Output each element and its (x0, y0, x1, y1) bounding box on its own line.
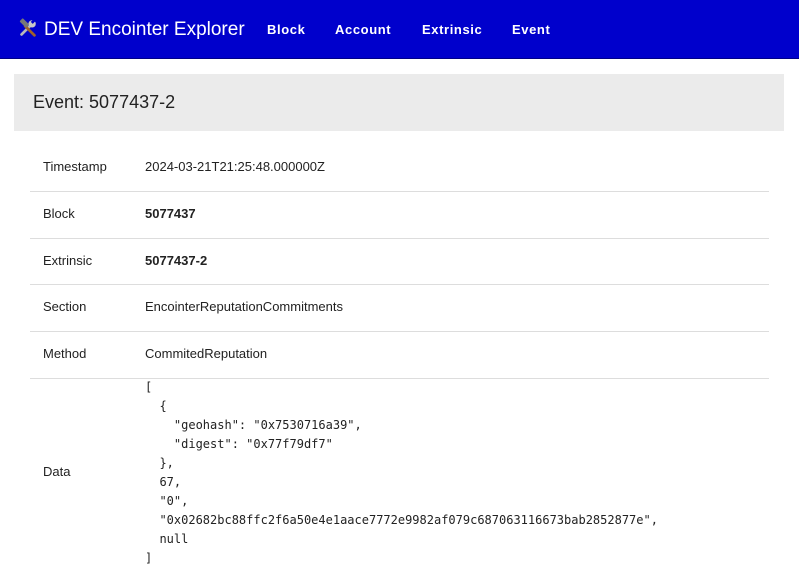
detail-label: Extrinsic (43, 253, 93, 268)
extrinsic-link[interactable]: 5077437-2 (145, 253, 207, 269)
detail-label: Timestamp (43, 159, 107, 174)
block-link[interactable]: 5077437 (145, 206, 196, 222)
hammer-and-wrench-icon (19, 18, 36, 37)
detail-row-block: Block 5077437 (30, 192, 769, 239)
event-data-json: [ { "geohash": "0x7530716a39", "digest":… (145, 380, 658, 565)
detail-label: Data (43, 464, 71, 479)
nav-link-block[interactable]: Block (267, 21, 305, 39)
section-value: EncointerReputationCommitments (145, 299, 343, 314)
detail-label: Method (43, 346, 87, 361)
nav-link-extrinsic[interactable]: Extrinsic (422, 21, 482, 39)
brand-link[interactable]: DEV Encointer Explorer (17, 17, 245, 43)
nav-link-event[interactable]: Event (512, 21, 550, 39)
page-title: Event: 5077437-2 (33, 92, 176, 112)
detail-label: Block (43, 206, 75, 221)
timestamp-value: 2024-03-21T21:25:48.000000Z (145, 159, 325, 174)
detail-row-timestamp: Timestamp 2024-03-21T21:25:48.000000Z (30, 144, 769, 192)
navbar: DEV Encointer Explorer Block Account Ext… (0, 0, 799, 59)
detail-label: Section (43, 299, 87, 314)
detail-row-extrinsic: Extrinsic 5077437-2 (30, 239, 769, 285)
brand-label: DEV Encointer Explorer (44, 19, 245, 40)
detail-row-method: Method CommitedReputation (30, 332, 769, 379)
page-header: Event: 5077437-2 (14, 74, 784, 131)
detail-row-section: Section EncointerReputationCommitments (30, 285, 769, 332)
method-value: CommitedReputation (145, 346, 268, 361)
nav-link-account[interactable]: Account (335, 21, 391, 39)
